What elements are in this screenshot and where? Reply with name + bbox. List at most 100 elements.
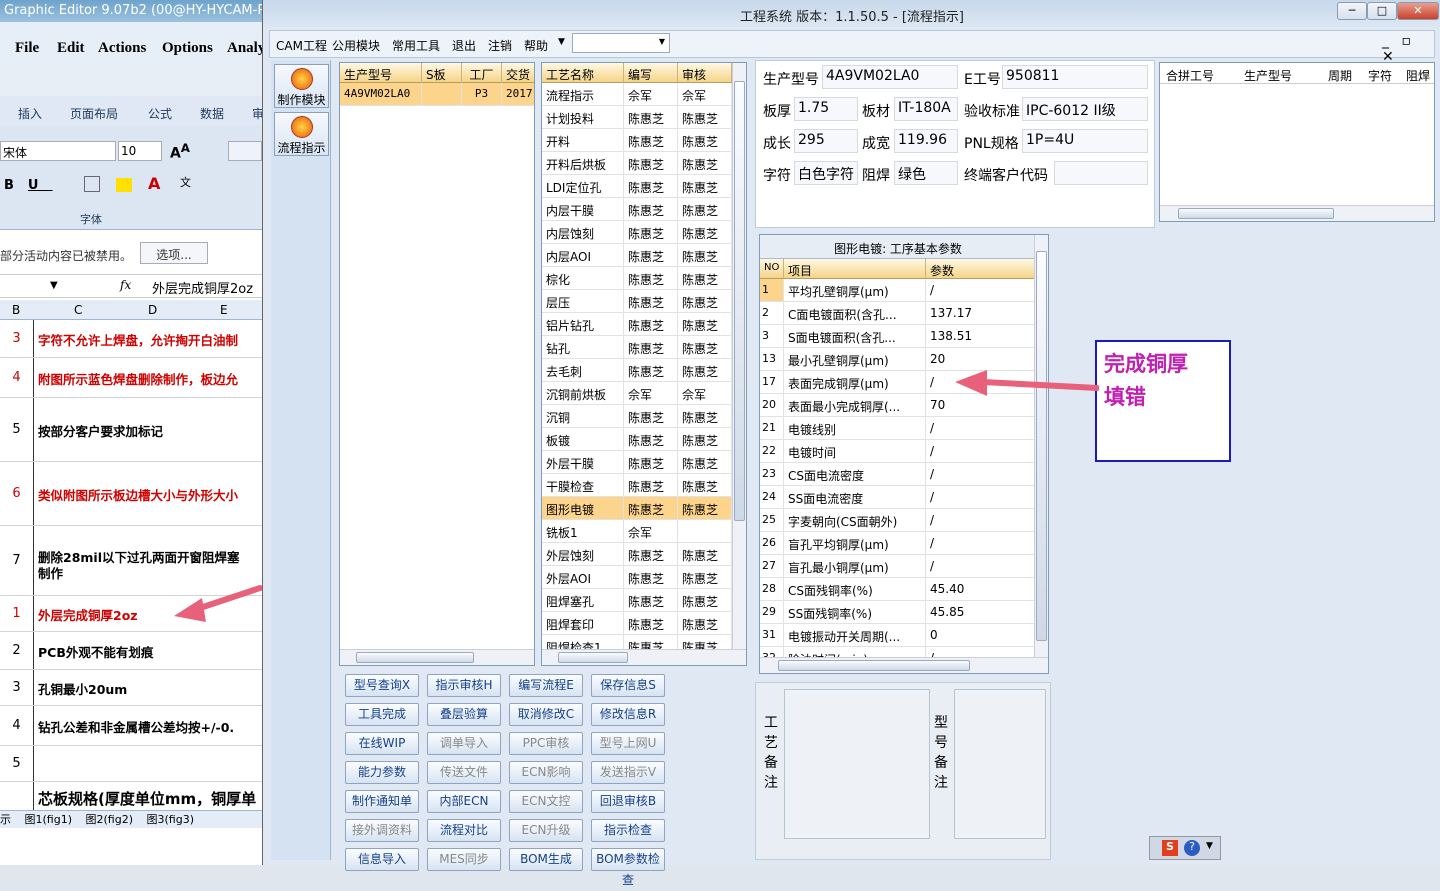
- excel-menu-edit[interactable]: Edit: [57, 40, 85, 57]
- action-button[interactable]: 能力参数: [345, 761, 419, 784]
- merge-col-mask[interactable]: 阻焊: [1406, 67, 1430, 84]
- process-name-cell[interactable]: 开料: [542, 129, 624, 152]
- action-button[interactable]: 编写流程E: [509, 674, 583, 697]
- excel-menu-analy[interactable]: Analy: [227, 40, 262, 57]
- process-name-cell[interactable]: 内层AOI: [542, 244, 624, 267]
- row-number[interactable]: [0, 782, 34, 811]
- process-reviewer-cell[interactable]: 陈惠芝: [678, 175, 732, 198]
- param-no-cell[interactable]: 2: [760, 302, 784, 325]
- action-button[interactable]: PPC审核: [509, 732, 583, 755]
- param-value-cell[interactable]: 45.85: [926, 601, 1036, 624]
- standard-value[interactable]: IPC-6012 II级: [1022, 97, 1148, 121]
- merge-col-char[interactable]: 字符: [1368, 67, 1392, 84]
- sheet-row[interactable]: 5: [0, 746, 262, 782]
- cell-text[interactable]: 删除28mil以下过孔两面开窗阻焊塞: [38, 547, 240, 566]
- param-no-cell[interactable]: 20: [760, 394, 784, 417]
- row-number[interactable]: 3: [0, 320, 34, 357]
- process-name-cell[interactable]: 图形电镀: [542, 497, 624, 520]
- order-cell-sboard[interactable]: [422, 83, 462, 106]
- param-no-cell[interactable]: 17: [760, 371, 784, 394]
- order-cell-model[interactable]: 4A9VM02LA0: [340, 83, 422, 106]
- param-item-cell[interactable]: 电镀线别: [784, 417, 926, 440]
- param-hscroll-thumb[interactable]: [778, 660, 970, 671]
- param-item-cell[interactable]: 电镀振动开关周期(...: [784, 624, 926, 647]
- param-no-cell[interactable]: 23: [760, 463, 784, 486]
- menu-help[interactable]: 帮助: [524, 37, 548, 54]
- process-name-cell[interactable]: 内层干膜: [542, 198, 624, 221]
- process-vscroll-thumb[interactable]: [734, 81, 745, 521]
- ribbon-tab-formula[interactable]: 公式: [148, 105, 172, 122]
- menu-exit[interactable]: 退出: [452, 37, 476, 54]
- process-name-cell[interactable]: 干膜检查: [542, 474, 624, 497]
- sheet-tab-3[interactable]: 图3(fig3): [147, 813, 195, 826]
- param-hscroll[interactable]: [760, 657, 1048, 673]
- border-icon[interactable]: [84, 176, 100, 192]
- sheet-tab-2[interactable]: 图2(fig2): [86, 813, 134, 826]
- ime-s-icon[interactable]: S: [1162, 840, 1178, 856]
- action-button[interactable]: 工具完成: [345, 703, 419, 726]
- param-vscroll-thumb[interactable]: [1036, 251, 1047, 641]
- cell-text[interactable]: 按部分客户要求加标记: [38, 421, 163, 440]
- row-number[interactable]: 7: [0, 526, 34, 595]
- sheet-row[interactable]: 4 附图所示蓝色焊盘删除制作，板边允: [0, 358, 262, 398]
- order-col-model[interactable]: 生产型号: [340, 63, 422, 83]
- menu-logout[interactable]: 注销: [488, 37, 512, 54]
- font-style-icons[interactable]: BU: [4, 178, 52, 193]
- cell-text[interactable]: 类似附图所示板边槽大小与外形大小: [38, 485, 238, 504]
- col-c[interactable]: C: [74, 303, 82, 317]
- param-no-cell[interactable]: 13: [760, 348, 784, 371]
- action-button[interactable]: 取消修改C: [509, 703, 583, 726]
- param-no-cell[interactable]: 27: [760, 555, 784, 578]
- process-hscroll[interactable]: [542, 649, 746, 665]
- side-button-flow[interactable]: 流程指示: [274, 112, 329, 156]
- sheet-row[interactable]: 芯板规格(厚度单位mm，铜厚单: [0, 782, 262, 812]
- param-item-cell[interactable]: CS面残铜率(%): [784, 578, 926, 601]
- char-value[interactable]: 白色字符: [794, 161, 858, 185]
- process-reviewer-cell[interactable]: 陈惠芝: [678, 106, 732, 129]
- action-button[interactable]: 传送文件: [427, 761, 501, 784]
- sheet-row[interactable]: 3 字符不允许上焊盘，允许掏开白油制: [0, 320, 262, 358]
- process-reviewer-cell[interactable]: 陈惠芝: [678, 244, 732, 267]
- ribbon-tab-data[interactable]: 数据: [200, 105, 224, 122]
- process-name-cell[interactable]: 计划投料: [542, 106, 624, 129]
- col-e[interactable]: E: [220, 303, 228, 317]
- process-reviewer-cell[interactable]: 陈惠芝: [678, 129, 732, 152]
- process-name-cell[interactable]: 流程指示: [542, 83, 624, 106]
- param-value-cell[interactable]: /: [926, 463, 1036, 486]
- process-writer-cell[interactable]: 陈惠芝: [624, 359, 678, 382]
- process-name-cell[interactable]: 阻焊塞孔: [542, 589, 624, 612]
- order-hscroll-thumb[interactable]: [356, 652, 474, 663]
- param-item-cell[interactable]: SS面电流密度: [784, 486, 926, 509]
- process-reviewer-cell[interactable]: 陈惠芝: [678, 313, 732, 336]
- order-col-factory[interactable]: 工厂: [462, 63, 502, 83]
- cell-text[interactable]: 钻孔公差和非金属槽公差均按+/-0.: [38, 717, 234, 736]
- param-item-cell[interactable]: 最小孔壁铜厚(μm): [784, 348, 926, 371]
- order-hscroll[interactable]: [340, 649, 534, 665]
- action-button[interactable]: 修改信息R: [591, 703, 665, 726]
- row-number[interactable]: 4: [0, 358, 34, 397]
- process-writer-cell[interactable]: 陈惠芝: [624, 428, 678, 451]
- process-name-cell[interactable]: 钻孔: [542, 336, 624, 359]
- excel-menu-file[interactable]: File: [15, 40, 39, 57]
- process-writer-cell[interactable]: 陈惠芝: [624, 267, 678, 290]
- order-col-delivery[interactable]: 交货: [502, 63, 534, 83]
- process-name-cell[interactable]: LDI定位孔: [542, 175, 624, 198]
- process-writer-cell[interactable]: 陈惠芝: [624, 336, 678, 359]
- cell-text[interactable]: 外层完成铜厚2oz: [38, 605, 138, 624]
- process-name-cell[interactable]: 去毛刺: [542, 359, 624, 382]
- process-writer-cell[interactable]: 陈惠芝: [624, 589, 678, 612]
- cell-text[interactable]: 字符不允许上焊盘，允许掏开白油制: [38, 330, 238, 349]
- col-b[interactable]: B: [12, 303, 20, 317]
- proc-col-reviewer[interactable]: 审核: [678, 63, 732, 83]
- param-no-cell[interactable]: 3: [760, 325, 784, 348]
- process-reviewer-cell[interactable]: 陈惠芝: [678, 359, 732, 382]
- font-grow-icon[interactable]: AA: [170, 141, 190, 162]
- merge-hscroll[interactable]: [1160, 205, 1434, 221]
- param-value-cell[interactable]: 137.17: [926, 302, 1036, 325]
- ribbon-tab-review[interactable]: 审: [252, 105, 262, 122]
- param-item-cell[interactable]: 盲孔最小铜厚(μm): [784, 555, 926, 578]
- cell-text[interactable]: 芯板规格(厚度单位mm，铜厚单: [38, 788, 256, 809]
- row-number[interactable]: 5: [0, 746, 34, 781]
- sheet-tab-1[interactable]: 图1(fig1): [25, 813, 73, 826]
- param-col-item[interactable]: 项目: [784, 259, 926, 279]
